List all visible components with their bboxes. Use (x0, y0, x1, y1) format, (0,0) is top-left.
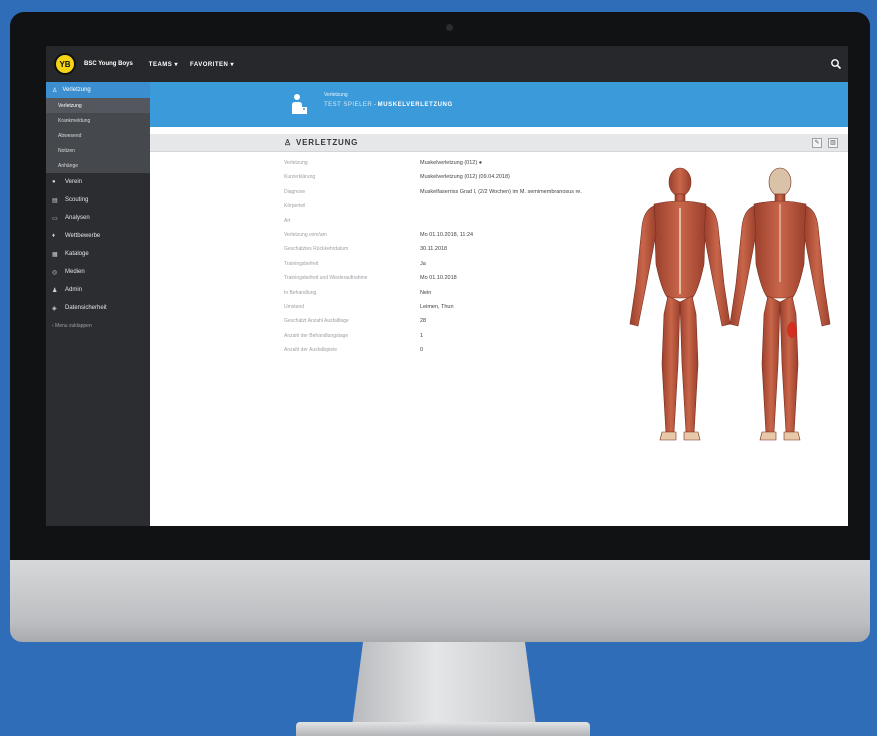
sidebar-subitem-abwesend[interactable]: Abwesend (46, 128, 150, 143)
player-name[interactable]: TEST SPIELER (324, 102, 372, 108)
trophy-icon: ♦ (52, 233, 56, 239)
collapse-menu-button[interactable]: ‹ Menu zuklappen (46, 317, 150, 335)
sidebar-item-label: Medien (65, 269, 85, 275)
detail-label: Anzahl der Behandlungstage (284, 332, 349, 339)
scouting-icon: ▤ (52, 197, 58, 204)
title-separator: - (373, 102, 376, 108)
admin-icon: ♟ (52, 287, 58, 294)
detail-label: Körperteil (284, 203, 306, 210)
sidebar-item-verletzung[interactable]: ♙ Verletzung (46, 82, 150, 98)
monitor-chin (10, 560, 870, 642)
top-navbar: YB BSC Young Boys TEAMS ▾ FAVORITEN ▾ (46, 46, 848, 82)
sidebar-item-medien[interactable]: ◎ Medien (46, 263, 150, 281)
injury-icon: ♙ (52, 87, 58, 94)
detail-value: Mo 01.10.2018, 11:24 (420, 231, 474, 238)
sidebar-item-analysen[interactable]: ▭ Analysen (46, 209, 150, 227)
detail-value: Muskelverletzung (012) (09.04.2018) (420, 174, 510, 181)
detail-label: Kurzerklärung (284, 174, 316, 181)
injury-marker[interactable] (787, 322, 797, 338)
detail-value: Leimen, Thun (420, 303, 454, 310)
chart-icon: ▭ (52, 215, 58, 222)
club-logo[interactable]: YB (54, 53, 76, 75)
catalog-icon: ▦ (52, 251, 58, 258)
shield-icon: ◈ (52, 305, 57, 312)
club-icon: ● (52, 179, 56, 185)
sidebar-subitem-krankmeldung[interactable]: Krankmeldung (46, 113, 150, 128)
detail-value: 28 (420, 318, 427, 325)
delete-button[interactable]: ▥ (828, 138, 838, 148)
panel-title-text: VERLETZUNG (295, 138, 359, 147)
detail-label: Geschätztes Rückkehrdatum (284, 246, 349, 253)
nav-favoriten[interactable]: FAVORITEN ▾ (190, 61, 234, 68)
detail-value: 1 (420, 332, 424, 339)
sidebar-item-admin[interactable]: ♟ Admin (46, 281, 150, 299)
monitor-stand (352, 642, 536, 726)
detail-label: Trainingsbefreit und Wiederaufnahme (284, 275, 368, 282)
body-front[interactable] (629, 167, 731, 441)
sidebar-item-label: Datensicherheit (65, 305, 107, 311)
panel-title: ♙ VERLETZUNG (284, 138, 358, 147)
injury-icon: ♙ (284, 138, 292, 147)
sidebar-item-verein[interactable]: ● Verein (46, 173, 150, 191)
detail-label: Verletzung (284, 160, 308, 166)
detail-label: Trainingsbefreit (284, 260, 319, 267)
detail-value: 30.11.2018 (420, 246, 448, 253)
monitor-base (296, 722, 590, 736)
detail-value: Mo 01.10.2018 (420, 275, 457, 282)
detail-value: Muskelfaserriss Grad I, (2/2 Wochen) im … (420, 188, 582, 195)
sidebar-subitem-verletzung[interactable]: Verletzung (46, 98, 150, 113)
media-icon: ◎ (52, 269, 58, 276)
injury-title: MUSKELVERLETZUNG (377, 102, 453, 108)
sidebar-item-label: Scouting (65, 197, 89, 203)
sidebar-item-kataloge[interactable]: ▦ Kataloge (46, 245, 150, 263)
page-banner: Verletzung TEST SPIELER - MUSKELVERLETZU… (150, 82, 848, 127)
detail-label: Art (284, 217, 291, 224)
detail-label: Umstand (284, 303, 305, 310)
anatomy-body-map[interactable] (620, 164, 840, 464)
detail-label: Geschätzt Anzahl Ausfalltage (284, 318, 349, 325)
sidebar-item-label: Analysen (65, 215, 90, 221)
sidebar-item-label: Wettbewerbe (65, 233, 101, 239)
detail-value: 0 (420, 347, 424, 354)
camera-icon (446, 24, 453, 31)
sidebar-subitem-anhaenge[interactable]: Anhänge (46, 158, 150, 173)
sidebar-item-scouting[interactable]: ▤ Scouting (46, 191, 150, 209)
panel-header: ♙ VERLETZUNG ✎ ▥ (150, 134, 848, 152)
app-screen: YB BSC Young Boys TEAMS ▾ FAVORITEN ▾ ♙ … (46, 46, 848, 526)
sidebar-item-label: Verein (65, 179, 83, 185)
sidebar-active-label: Verletzung (62, 87, 91, 93)
sidebar-item-wettbewerbe[interactable]: ♦ Wettbewerbe (46, 227, 150, 245)
page-title: TEST SPIELER - MUSKELVERLETZUNG (324, 102, 453, 108)
body-back[interactable] (729, 167, 831, 441)
sidebar-item-label: Kataloge (65, 251, 89, 257)
breadcrumb: Verletzung (324, 92, 348, 98)
sidebar: ♙ Verletzung Verletzung Krankmeldung Abw… (46, 82, 150, 526)
search-icon[interactable] (830, 58, 842, 70)
main-content: Verletzung TEST SPIELER - MUSKELVERLETZU… (150, 82, 848, 526)
detail-value-link[interactable]: Muskelverletzung (012) ● (420, 160, 482, 166)
club-name[interactable]: BSC Young Boys (84, 61, 133, 67)
detail-label: Anzahl der Ausfallspiele (284, 347, 338, 354)
nav-teams[interactable]: TEAMS ▾ (149, 61, 178, 68)
detail-value: Nein (420, 289, 432, 296)
edit-button[interactable]: ✎ (812, 138, 822, 148)
sidebar-subitem-notizen[interactable]: Notizen (46, 143, 150, 158)
injured-person-icon (292, 94, 307, 114)
sidebar-item-datensicherheit[interactable]: ◈ Datensicherheit (46, 299, 150, 317)
detail-label: Verletzung vom/am (284, 231, 327, 238)
detail-label: In Behandlung (284, 289, 317, 296)
detail-value: Ja (420, 260, 426, 267)
sidebar-item-label: Admin (65, 287, 83, 293)
detail-label: Diagnose (284, 188, 306, 195)
